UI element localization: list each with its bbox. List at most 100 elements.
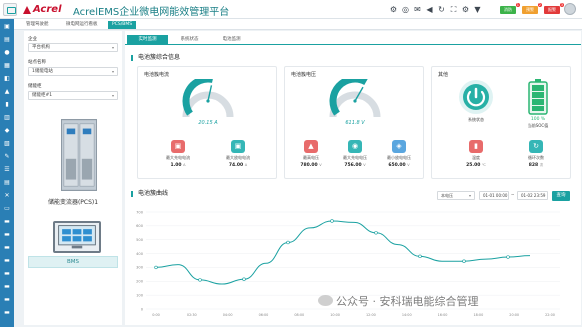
refresh-icon[interactable]: ↻ <box>436 4 447 15</box>
cabinet-select[interactable]: 储能柜#1 ▾ <box>28 91 118 100</box>
max-charge-current-stat: ▣ 最大充电电流 1.00 A <box>158 140 198 168</box>
gamepad-icon[interactable]: ⚙ <box>388 4 399 15</box>
data-point <box>374 231 378 235</box>
menu-gateway-icon[interactable]: ▬ <box>3 270 11 278</box>
tab-system-status[interactable]: 系统状态 <box>169 35 210 44</box>
gauge-icon: ◉ <box>348 140 362 153</box>
data-point <box>418 254 422 259</box>
shirt-icon[interactable]: ▼ <box>472 4 483 15</box>
stat-number: 74.00 <box>228 163 244 168</box>
menu-alarm-icon[interactable]: ◆ <box>3 127 11 135</box>
menu-storage-icon[interactable]: ▮ <box>3 101 11 109</box>
stat-value: 1.00 A <box>158 163 198 168</box>
menu-meter-icon[interactable]: ▬ <box>3 283 11 291</box>
menu-chart-icon[interactable]: ▥ <box>3 114 11 122</box>
fire-badge[interactable]: 消防 1 <box>500 3 520 14</box>
query-button[interactable]: 查询 <box>552 191 570 201</box>
x-tick-label: 06:00 <box>259 313 269 317</box>
battery-soc-icon <box>528 79 548 115</box>
x-tick-label: 08:00 <box>294 313 304 317</box>
tab-battery[interactable]: 电池监测 <box>211 35 252 44</box>
menu-tools-icon[interactable]: ✕ <box>3 192 11 200</box>
stat-value: 828 次 <box>516 163 556 168</box>
company-select[interactable]: 平台机构 ▾ <box>28 43 118 52</box>
station-select[interactable]: 1储能电站 ▾ <box>28 67 118 76</box>
settings-icon[interactable]: ⚙ <box>460 4 471 15</box>
series-line <box>155 220 531 285</box>
stat-number: 25.00 <box>466 163 481 168</box>
sidebar: ▣ ▤ ● ▦ ◧ ▲ ▮ ▥ ◆ ▧ ✎ ☰ ▤ ✕ ▭ ▬ ▬ ▬ ▬ ▬ … <box>0 19 14 327</box>
menu-report-icon[interactable]: ▧ <box>3 140 11 148</box>
menu-server-icon[interactable]: ▬ <box>3 218 11 226</box>
menu-network-icon[interactable]: ▬ <box>3 244 11 252</box>
menu-docs-icon[interactable]: ▤ <box>3 179 11 187</box>
menu-edit-icon[interactable]: ✎ <box>3 153 11 161</box>
bms-button[interactable]: BMS <box>28 256 118 268</box>
menu-analysis-icon[interactable]: ◧ <box>3 75 11 83</box>
watermark: 公众号 · 安科瑞电能综合管理 <box>318 293 479 309</box>
data-point <box>286 240 290 245</box>
crumb-microgrid[interactable]: 微电网运行看板 <box>62 21 102 29</box>
stat-value: 74.00 A <box>218 163 258 168</box>
date-start-input[interactable]: 01-01 00:00 <box>479 191 509 200</box>
max-discharge-current-stat: ▣ 最大放电电流 74.00 A <box>218 140 258 168</box>
menu-device-icon[interactable]: ▭ <box>3 205 11 213</box>
stat-value: 25.00 ℃ <box>456 163 496 168</box>
menu-config-icon[interactable]: ▬ <box>3 296 11 304</box>
bms-monitor-image[interactable] <box>53 221 101 253</box>
alarm-badge[interactable]: 报警 3 <box>544 3 564 14</box>
device-panel: 企业 平台机构 ▾ 站点名称 1储能电站 ▾ 储能柜 储能柜#1 ▾ 储能变流器(PC… <box>24 31 122 325</box>
brand-logo: Acrel <box>22 4 62 15</box>
stat-unit: ℃ <box>481 163 486 167</box>
x-tick-label: 10:00 <box>330 313 340 317</box>
curve-section-title: 电池簇曲线 <box>131 191 168 197</box>
y-tick-label: 300 <box>136 266 144 270</box>
stat-number: 756.00 <box>344 163 362 168</box>
stat-label: 最大充电电流 <box>166 155 190 160</box>
tab-underline <box>125 44 581 45</box>
y-tick-label: 0 <box>141 307 144 311</box>
cabinet-value: 储能柜#1 <box>32 93 53 98</box>
mail-icon[interactable]: ✉ <box>412 4 423 15</box>
crumb-cockpit[interactable]: 管理驾驶舱 <box>22 21 53 29</box>
y-tick-label: 600 <box>136 224 144 228</box>
curve-mode-select[interactable]: 本电压 ▾ <box>437 191 475 200</box>
tab-realtime[interactable]: 实时监测 <box>127 35 168 44</box>
x-tick-label: 16:00 <box>438 313 448 317</box>
warning-badge[interactable]: 预警 2 <box>522 3 542 14</box>
stat-value: 650.00 V <box>379 163 419 168</box>
volume-icon[interactable]: ◀ <box>424 4 435 15</box>
system-status-label: 系统状态 <box>468 117 484 122</box>
curve-mode-value: 本电压 <box>441 193 453 198</box>
menu-system-icon[interactable]: ▬ <box>3 309 11 317</box>
stat-number: 828 <box>528 163 539 168</box>
menu-home-icon[interactable]: ▣ <box>3 23 11 31</box>
menu-user-icon[interactable]: ● <box>3 49 11 57</box>
menu-list-icon[interactable]: ☰ <box>3 166 11 174</box>
pcs-cabinet-image[interactable] <box>61 119 97 191</box>
x-tick-label: 0:00 <box>152 313 160 317</box>
min-discharge-voltage-stat: ◈ 最小放电电压 650.00 V <box>379 140 419 168</box>
station-value: 1储能电站 <box>32 69 53 74</box>
menu-storage2-icon[interactable]: ▬ <box>3 257 11 265</box>
fullscreen-icon[interactable]: ⛶ <box>448 4 459 15</box>
user-avatar[interactable] <box>564 3 576 15</box>
menu-tower-icon[interactable]: ▲ <box>3 88 11 96</box>
temperature-stat: ▮ 温度 25.00 ℃ <box>456 140 496 168</box>
target-icon[interactable]: ◎ <box>400 4 411 15</box>
y-tick-label: 700 <box>136 210 144 214</box>
y-tick-label: 200 <box>136 280 144 284</box>
station-label: 站点名称 <box>28 60 46 65</box>
soc-label: 当前SOC值 <box>527 123 549 128</box>
date-end-input[interactable]: 01-02 23:59 <box>517 191 548 200</box>
company-label: 企业 <box>28 37 37 42</box>
menu-monitor-icon[interactable]: ▤ <box>3 36 11 44</box>
crumb-pcs-bms[interactable]: PCS/BMS <box>108 21 137 29</box>
x-tick-label: 12:00 <box>366 313 376 317</box>
warning-badge-count: 2 <box>537 3 542 7</box>
menu-rack-icon[interactable]: ▬ <box>3 231 11 239</box>
menu-energy-icon[interactable]: ▦ <box>3 62 11 70</box>
max-charge-voltage-stat: ◉ 最大充电电压 756.00 V <box>335 140 375 168</box>
stat-value: 780.00 V <box>291 163 331 168</box>
brand-icon <box>23 5 31 14</box>
